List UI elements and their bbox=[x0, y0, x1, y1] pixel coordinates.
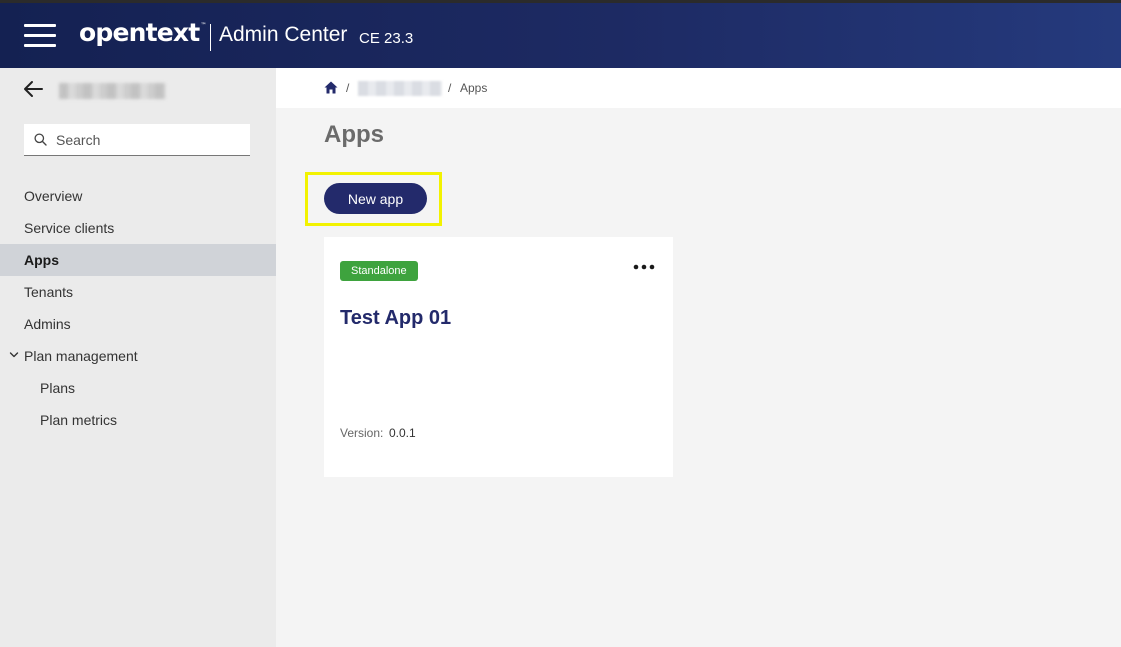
sidebar-item-label: Plans bbox=[40, 380, 76, 396]
app-card[interactable]: Standalone Test App 01 Version: 0.0.1 bbox=[324, 237, 673, 477]
hamburger-menu-icon[interactable] bbox=[24, 23, 56, 49]
sidebar-item-label: Plan management bbox=[24, 348, 138, 364]
app-version: CE 23.3 bbox=[359, 30, 414, 47]
sidebar-nav: Overview Service clients Apps Tenants Ad… bbox=[0, 180, 276, 436]
app-title: Admin Center bbox=[219, 23, 348, 46]
breadcrumb-separator: / bbox=[448, 81, 452, 95]
sidebar-item-label: Overview bbox=[24, 188, 83, 204]
sidebar-item-plan-metrics[interactable]: Plan metrics bbox=[0, 404, 276, 436]
sidebar-item-label: Service clients bbox=[24, 220, 115, 236]
sidebar-item-plans[interactable]: Plans bbox=[0, 372, 276, 404]
sidebar-item-tenants[interactable]: Tenants bbox=[0, 276, 276, 308]
page-title: Apps bbox=[324, 121, 384, 148]
back-arrow-icon[interactable] bbox=[22, 78, 44, 100]
header-divider bbox=[210, 24, 211, 51]
sidebar-item-label: Plan metrics bbox=[40, 412, 118, 428]
sidebar-search-input[interactable]: Search bbox=[24, 124, 250, 156]
breadcrumb-link-redacted[interactable] bbox=[358, 81, 442, 96]
breadcrumb-current: Apps bbox=[460, 81, 488, 95]
sidebar: Search Overview Service clients Apps Ten… bbox=[0, 68, 276, 647]
search-placeholder: Search bbox=[56, 132, 101, 148]
sidebar-item-apps[interactable]: Apps bbox=[0, 244, 276, 276]
search-icon bbox=[34, 133, 47, 146]
home-icon[interactable] bbox=[324, 81, 338, 94]
breadcrumb-separator: / bbox=[346, 81, 350, 95]
sidebar-item-label: Admins bbox=[24, 316, 71, 332]
version-value: 0.0.1 bbox=[389, 426, 416, 440]
sidebar-item-label: Tenants bbox=[24, 284, 74, 300]
sidebar-item-overview[interactable]: Overview bbox=[0, 180, 276, 212]
status-badge: Standalone bbox=[340, 261, 418, 281]
breadcrumb: / / Apps bbox=[276, 68, 1121, 108]
sidebar-item-label: Apps bbox=[24, 252, 59, 268]
new-app-button[interactable]: New app bbox=[324, 183, 427, 214]
sidebar-item-service-clients[interactable]: Service clients bbox=[0, 212, 276, 244]
app-card-title[interactable]: Test App 01 bbox=[340, 307, 451, 330]
version-label: Version: bbox=[340, 426, 384, 440]
brand-logo: opentext™ bbox=[79, 18, 206, 47]
app-header: opentext™ Admin Center CE 23.3 bbox=[0, 3, 1121, 68]
sidebar-item-admins[interactable]: Admins bbox=[0, 308, 276, 340]
chevron-down-icon bbox=[9, 352, 19, 358]
redacted-organization-name bbox=[59, 83, 166, 99]
sidebar-item-plan-management[interactable]: Plan management bbox=[0, 340, 276, 372]
more-options-icon[interactable] bbox=[633, 263, 655, 271]
